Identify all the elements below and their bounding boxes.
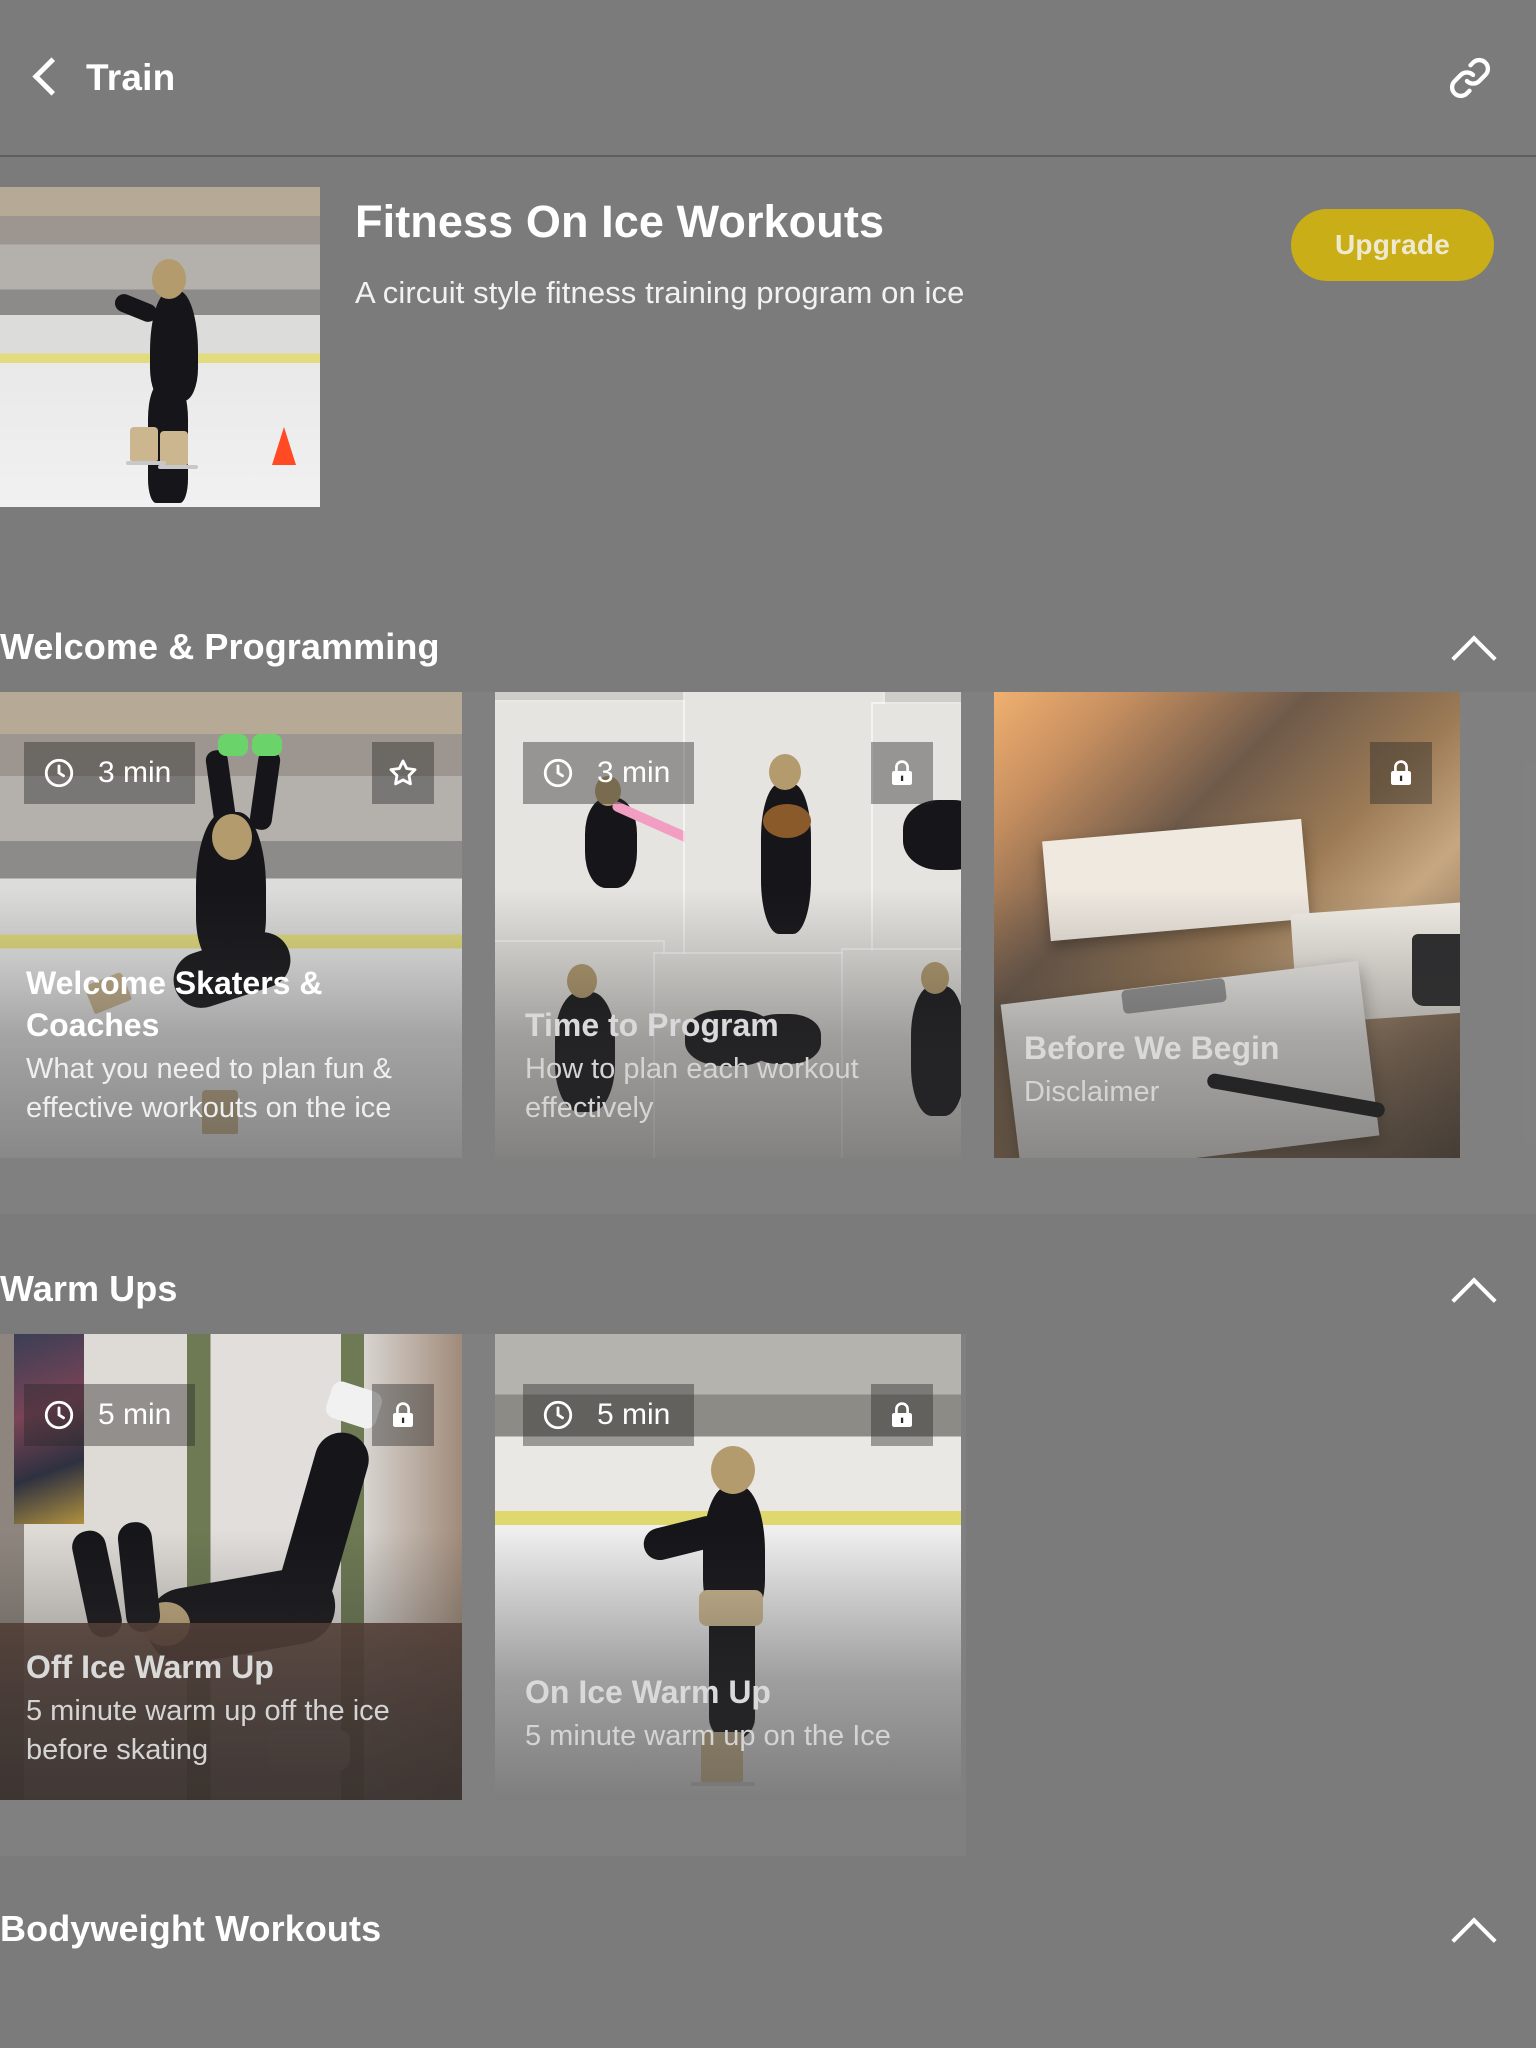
card-title: On Ice Warm Up <box>525 1673 771 1710</box>
locked-indicator <box>1370 742 1432 804</box>
link-icon[interactable] <box>1444 52 1496 104</box>
skate-blade-right <box>158 465 198 469</box>
skater-head <box>212 814 252 860</box>
clock-icon <box>543 758 573 788</box>
skate-boot-right <box>160 431 188 465</box>
skate-boot-left <box>130 427 158 461</box>
card-description: 5 minute warm up on the Ice <box>525 1720 891 1753</box>
duration-label: 5 min <box>98 1398 172 1431</box>
card-title: Before We Begin <box>1024 1029 1280 1066</box>
card-description: 5 minute warm up off the ice before skat… <box>26 1695 390 1767</box>
clock-icon <box>44 758 74 788</box>
locked-indicator <box>871 1384 933 1446</box>
section-title: Welcome & Programming <box>0 626 440 667</box>
lock-icon <box>1391 760 1411 785</box>
lesson-card[interactable]: 3 min Time to Program How to plan each w… <box>495 692 961 1158</box>
duration-badge: 3 min <box>24 742 196 804</box>
card-description: How to plan each workout effectively <box>525 1053 859 1125</box>
duration-label: 5 min <box>597 1398 671 1431</box>
skater-head <box>769 754 801 790</box>
duration-label: 3 min <box>597 756 671 789</box>
card-copy: Off Ice Warm Up 5 minute warm up off the… <box>26 1646 436 1770</box>
lesson-card[interactable]: Before We Begin Disclaimer <box>994 692 1460 1158</box>
chevron-up-icon[interactable] <box>1446 1902 1500 1956</box>
back-button[interactable]: Train <box>34 55 175 101</box>
top-navigation-bar: Train <box>0 0 1536 157</box>
card-copy: On Ice Warm Up 5 minute warm up on the I… <box>525 1671 935 1756</box>
program-thumbnail <box>0 187 320 507</box>
locked-indicator <box>372 1384 434 1446</box>
clock-icon <box>44 1400 74 1430</box>
card-gradient-overlay <box>495 1529 961 1800</box>
card-strip: 3 min Welcome Skaters & Coaches What you… <box>0 692 1536 1214</box>
program-header: Fitness On Ice Workouts A circuit style … <box>0 157 1536 507</box>
upgrade-button[interactable]: Upgrade <box>1291 209 1494 281</box>
section-header[interactable]: Warm Ups <box>0 1244 1536 1334</box>
card-copy: Welcome Skaters & Coaches What you need … <box>26 962 436 1128</box>
clock-icon <box>543 1400 573 1430</box>
card-title: Time to Program <box>525 1007 779 1044</box>
section-warm-ups: Warm Ups 5 min Off Ice Warm Up 5 minute … <box>0 1244 1536 1856</box>
skater-arm <box>112 291 160 325</box>
section-title: Bodyweight Workouts <box>0 1908 382 1949</box>
skater-head <box>152 259 186 299</box>
section-welcome-programming: Welcome & Programming 3 min Welcome Skat… <box>0 602 1536 1214</box>
chevron-left-icon <box>34 55 60 101</box>
card-copy: Before We Begin Disclaimer <box>1024 1027 1434 1112</box>
card-copy: Time to Program How to plan each workout… <box>525 1004 935 1128</box>
card-description: Disclaimer <box>1024 1076 1160 1109</box>
lesson-card[interactable]: 5 min Off Ice Warm Up 5 minute warm up o… <box>0 1334 462 1800</box>
nav-title: Train <box>86 56 176 98</box>
star-icon <box>389 759 417 786</box>
traffic-cone <box>272 427 296 465</box>
duration-label: 3 min <box>98 756 172 789</box>
section-header[interactable]: Bodyweight Workouts <box>0 1884 1536 1974</box>
dumbbell-left <box>218 734 248 756</box>
section-header[interactable]: Welcome & Programming <box>0 602 1536 692</box>
skater-arm-right <box>248 748 282 832</box>
card-title: Welcome Skaters & Coaches <box>26 964 323 1044</box>
chevron-up-icon[interactable] <box>1446 1262 1500 1316</box>
lock-icon <box>892 760 912 785</box>
locked-indicator <box>871 742 933 804</box>
section-bodyweight-workouts: Bodyweight Workouts <box>0 1884 1536 1974</box>
favorite-button[interactable] <box>372 742 434 804</box>
lesson-card[interactable]: 5 min On Ice Warm Up 5 minute warm up on… <box>495 1334 961 1800</box>
card-strip: 5 min Off Ice Warm Up 5 minute warm up o… <box>0 1334 966 1856</box>
card-description: What you need to plan fun & effective wo… <box>26 1053 392 1125</box>
card-gradient-overlay <box>994 887 1460 1158</box>
lock-icon <box>393 1402 413 1427</box>
lesson-card[interactable]: 3 min Welcome Skaters & Coaches What you… <box>0 692 462 1158</box>
card-title: Off Ice Warm Up <box>26 1649 274 1686</box>
duration-badge: 3 min <box>523 742 695 804</box>
medicine-ball <box>763 804 811 838</box>
duration-badge: 5 min <box>24 1384 196 1446</box>
section-title: Warm Ups <box>0 1268 178 1309</box>
skater-head <box>711 1446 755 1494</box>
dumbbell-right <box>252 734 282 756</box>
chevron-up-icon[interactable] <box>1446 620 1500 674</box>
lock-icon <box>892 1402 912 1427</box>
duration-badge: 5 min <box>523 1384 695 1446</box>
skater-silhouette <box>903 800 961 870</box>
